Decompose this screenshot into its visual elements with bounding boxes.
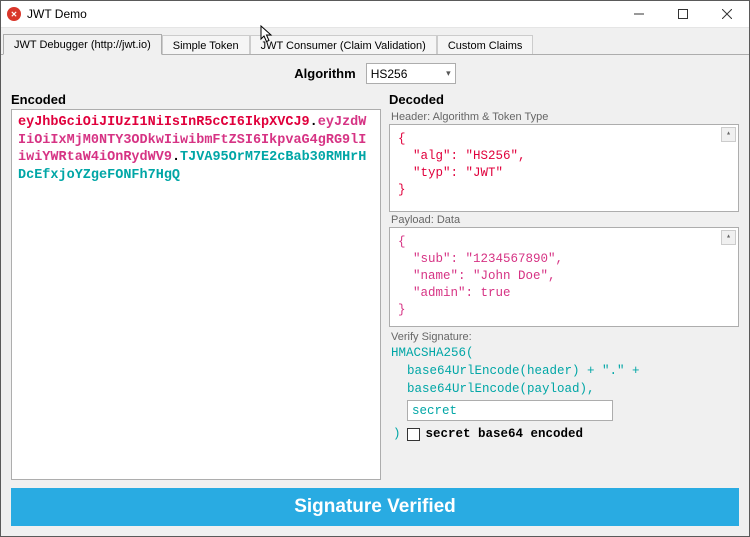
encoded-textbox[interactable]: eyJhbGciOiJIUzI1NiIsInR5cCI6IkpXVCJ9.eyJ… [11,109,381,480]
payload-json-box[interactable]: { "sub": "1234567890", "name": "John Doe… [389,227,739,327]
sig-line-3: base64UrlEncode(payload), [391,380,739,398]
algorithm-value: HS256 [371,67,408,81]
maximize-button[interactable] [661,1,705,27]
algorithm-label: Algorithm [294,66,355,81]
minimize-button[interactable] [617,1,661,27]
algorithm-select[interactable]: HS256 ▾ [366,63,456,84]
scroll-up-icon[interactable]: ▴ [721,127,736,142]
window-title: JWT Demo [27,7,87,21]
decoded-column: Decoded Header: Algorithm & Token Type {… [389,92,739,480]
signature-section-label: Verify Signature: [391,331,739,343]
signature-block: HMACSHA256( base64UrlEncode(header) + ".… [389,344,739,444]
app-window: ✕ JWT Demo JWT Debugger (http://jwt.io) … [0,0,750,537]
sig-line-1: HMACSHA256( [391,346,474,360]
tab-custom-claims[interactable]: Custom Claims [437,35,534,55]
chevron-down-icon: ▾ [446,68,451,79]
secret-input[interactable] [407,400,613,421]
signature-status-text: Signature Verified [294,496,456,518]
closing-paren: ) [393,425,401,443]
tab-simple-token[interactable]: Simple Token [162,35,250,55]
scroll-up-icon[interactable]: ▴ [721,230,736,245]
payload-section-label: Payload: Data [391,214,739,226]
tab-jwt-consumer[interactable]: JWT Consumer (Claim Validation) [250,35,437,55]
app-icon: ✕ [7,7,21,21]
titlebar: ✕ JWT Demo [1,1,749,28]
tab-content: Algorithm HS256 ▾ Encoded eyJhbGciOiJIUz… [1,54,749,536]
columns: Encoded eyJhbGciOiJIUzI1NiIsInR5cCI6IkpX… [11,92,739,480]
encoded-heading: Encoded [11,92,381,107]
window-controls [617,1,749,27]
secret-base64-label: secret base64 encoded [426,425,584,443]
token-header-part: eyJhbGciOiJIUzI1NiIsInR5cCI6IkpXVCJ9 [18,115,310,130]
close-button[interactable] [705,1,749,27]
tab-jwt-debugger[interactable]: JWT Debugger (http://jwt.io) [3,34,162,55]
algorithm-row: Algorithm HS256 ▾ [11,61,739,92]
signature-status-bar: Signature Verified [11,488,739,526]
header-json-box[interactable]: { "alg": "HS256", "typ": "JWT" }▴ [389,124,739,212]
tab-bar: JWT Debugger (http://jwt.io) Simple Toke… [1,28,749,54]
encoded-column: Encoded eyJhbGciOiJIUzI1NiIsInR5cCI6IkpX… [11,92,381,480]
decoded-heading: Decoded [389,92,739,107]
sig-line-2: base64UrlEncode(header) + "." + [391,362,739,380]
secret-base64-checkbox[interactable] [407,428,420,441]
header-section-label: Header: Algorithm & Token Type [391,111,739,123]
